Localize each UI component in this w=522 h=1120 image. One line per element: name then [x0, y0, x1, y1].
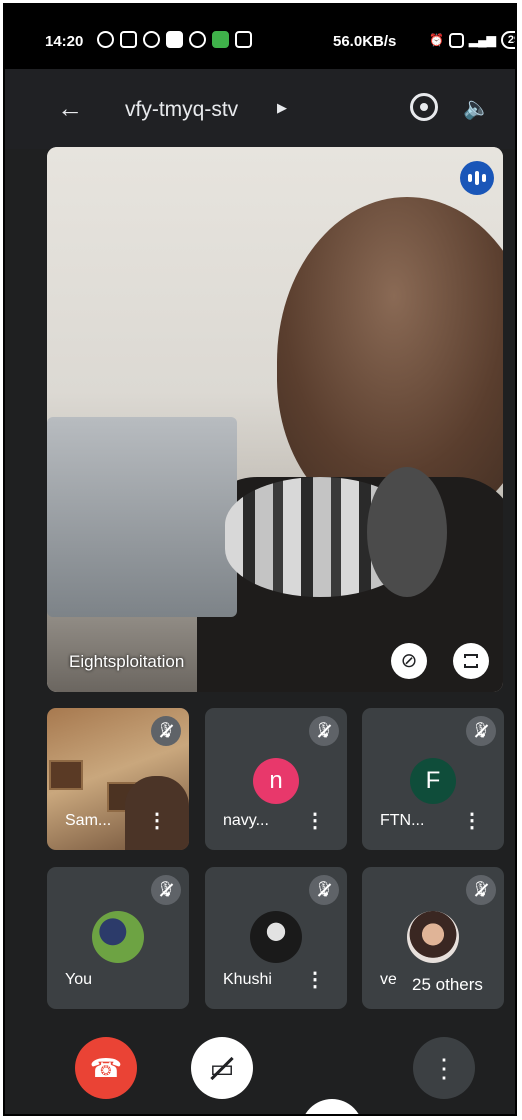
- mic-off-icon: 🎙: [309, 716, 339, 746]
- alarm-icon: ⏰: [429, 33, 444, 47]
- app-icon: [235, 31, 252, 48]
- speaking-indicator-icon: [460, 161, 494, 195]
- volte-icon: [448, 32, 464, 48]
- instagram-icon-2: [189, 31, 206, 48]
- end-call-button[interactable]: ☎: [75, 1037, 137, 1099]
- screen-record-icon: [120, 31, 137, 48]
- signal-icon: ▂▄▆: [468, 33, 496, 47]
- unpin-icon[interactable]: ⊘: [391, 643, 427, 679]
- mic-off-icon: 🎙: [151, 716, 181, 746]
- avatar: n: [253, 758, 299, 804]
- more-vert-icon[interactable]: ⋮: [147, 811, 167, 831]
- video-icon: [166, 31, 183, 48]
- avatar: F: [410, 758, 456, 804]
- back-arrow-icon[interactable]: ←: [57, 95, 83, 121]
- whatsapp-icon: [97, 31, 114, 48]
- green-app-icon: [212, 31, 229, 48]
- phone-screen: 14:20 56.0KB/s ⏰ ▂▄▆ 29 ← vfy-tmyq-stv ▶…: [3, 3, 517, 1116]
- camera-off-icon: ▭: [209, 1053, 235, 1083]
- mic-off-icon: 🎙: [466, 875, 496, 905]
- participant-tile[interactable]: 🎙 Sam... ⋮: [47, 708, 189, 850]
- mic-off-icon: 🎙: [466, 716, 496, 746]
- more-vert-icon: ⋮: [431, 1053, 457, 1083]
- camera-toggle-button[interactable]: ▭: [191, 1037, 253, 1099]
- participant-tile[interactable]: 🎙 You: [47, 867, 189, 1009]
- more-options-button[interactable]: ⋮: [413, 1037, 475, 1099]
- more-vert-icon[interactable]: ⋮: [305, 811, 325, 831]
- mic-off-icon: 🎙: [315, 1115, 348, 1116]
- avatar: [92, 911, 144, 963]
- instagram-icon: [143, 31, 160, 48]
- speaker-icon[interactable]: 🔈: [463, 95, 490, 121]
- switch-camera-icon[interactable]: [410, 93, 438, 121]
- notification-icons: [97, 31, 252, 48]
- meeting-code[interactable]: vfy-tmyq-stv: [125, 98, 238, 122]
- caret-right-icon[interactable]: ▶: [277, 100, 287, 116]
- participant-tile[interactable]: 🎙 F FTN... ⋮: [362, 708, 504, 850]
- participant-name: Sam...: [65, 812, 112, 829]
- app-bar: ← vfy-tmyq-stv ▶ 🔈: [5, 69, 515, 149]
- participant-name: You: [65, 971, 92, 988]
- status-time: 14:20: [45, 33, 84, 50]
- camera-lens-cap: [367, 467, 447, 597]
- participant-tile[interactable]: 🎙 n navy... ⋮: [205, 708, 347, 850]
- phone-hangup-icon: ☎: [89, 1053, 123, 1083]
- mic-off-icon: 🎙: [151, 875, 181, 905]
- network-speed: 56.0KB/s: [333, 33, 397, 50]
- more-vert-icon[interactable]: ⋮: [305, 970, 325, 990]
- main-participant-name: Eightsploitation: [69, 652, 185, 671]
- participant-tile[interactable]: 🎙 Khushi ⋮: [205, 867, 347, 1009]
- mic-toggle-button[interactable]: 🎙: [301, 1099, 363, 1116]
- more-vert-icon[interactable]: ⋮: [462, 811, 482, 831]
- vintage-camera: [47, 417, 237, 617]
- participant-name: FTN...: [380, 812, 425, 829]
- others-count-badge[interactable]: 25 others: [395, 967, 500, 1003]
- main-video-tile[interactable]: Eightsploitation ⊘: [47, 147, 503, 692]
- status-bar: 14:20 56.0KB/s ⏰ ▂▄▆ 29: [5, 5, 515, 69]
- participant-name: navy...: [223, 812, 269, 829]
- mic-off-icon: 🎙: [309, 875, 339, 905]
- system-icons: ⏰ ▂▄▆ 29: [429, 31, 515, 49]
- participant-name: Khushi: [223, 971, 272, 988]
- wall-picture: [49, 760, 83, 790]
- battery-indicator: 29: [500, 31, 515, 49]
- avatar: [250, 911, 302, 963]
- fullscreen-icon[interactable]: [453, 643, 489, 679]
- avatar: [407, 911, 459, 963]
